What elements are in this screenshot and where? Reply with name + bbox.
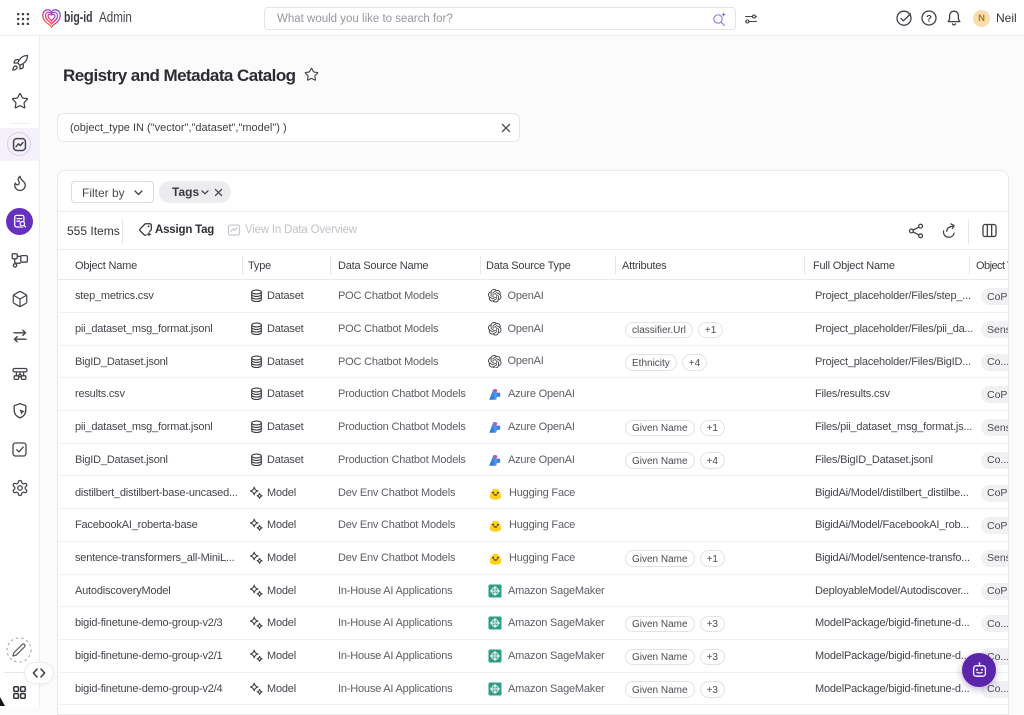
svg-text:?: ? <box>926 13 932 24</box>
